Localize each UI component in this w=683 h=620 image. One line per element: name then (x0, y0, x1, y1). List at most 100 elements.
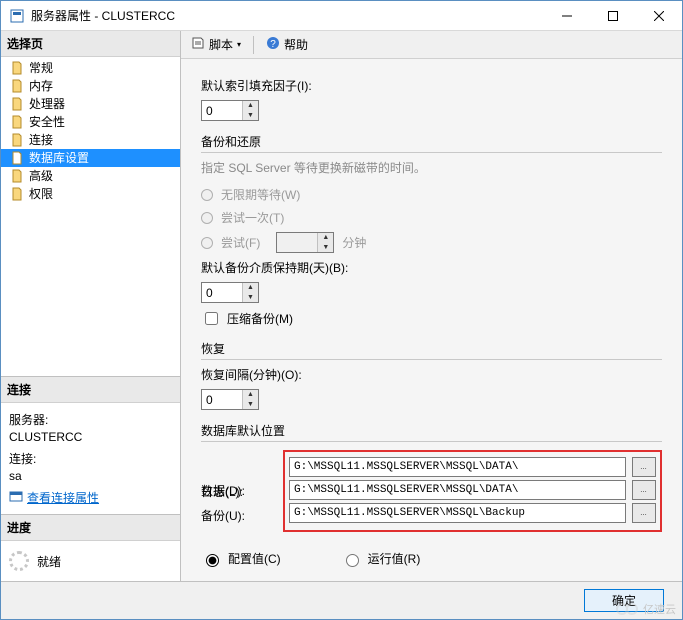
tree-item-processor[interactable]: 处理器 (1, 95, 180, 113)
configured-value-label: 配置值(C) (228, 550, 281, 567)
tree-item-connections[interactable]: 连接 (1, 131, 180, 149)
default-locations-highlight: … … … (283, 450, 662, 532)
log-path-browse-button[interactable]: … (632, 480, 656, 500)
window-title: 服务器属性 - CLUSTERCC (31, 7, 544, 24)
media-retention-spinner[interactable]: ▲ ▼ (201, 282, 259, 303)
radio-try-for (201, 237, 213, 249)
tree-item-permissions[interactable]: 权限 (1, 185, 180, 203)
data-path-input[interactable] (289, 457, 626, 477)
recovery-interval-spinner[interactable]: ▲ ▼ (201, 389, 259, 410)
server-label: 服务器: (9, 411, 172, 428)
try-for-input (277, 233, 317, 252)
help-icon: ? (266, 36, 280, 53)
tree-item-memory[interactable]: 内存 (1, 77, 180, 95)
compress-backup-label: 压缩备份(M) (227, 310, 293, 327)
compress-backup-row: 压缩备份(M) (201, 309, 662, 328)
progress-header: 进度 (1, 515, 180, 541)
configured-value-option[interactable]: 配置值(C) (201, 550, 281, 567)
progress-spinner-icon (9, 551, 29, 571)
server-value: CLUSTERCC (9, 430, 172, 444)
spin-up-icon[interactable]: ▲ (243, 390, 258, 400)
minimize-button[interactable] (544, 1, 590, 31)
page-icon (9, 168, 25, 184)
data-path-browse-button[interactable]: … (632, 457, 656, 477)
toolbar-separator (253, 36, 254, 54)
section-recovery: 恢复 (201, 340, 662, 360)
radio-wait-indef (201, 189, 213, 201)
media-retention-input[interactable] (202, 283, 242, 302)
progress-status: 就绪 (37, 553, 61, 570)
page-icon (9, 186, 25, 202)
page-icon (9, 114, 25, 130)
help-button[interactable]: ? 帮助 (262, 34, 312, 55)
content-split: 选择页 常规 内存 处理器 安全性 连接 (1, 31, 682, 581)
compress-backup-checkbox[interactable] (205, 312, 218, 325)
section-db-default-location: 数据库默认位置 (201, 422, 662, 442)
ok-button[interactable]: 确定 (584, 589, 664, 612)
progress-row: 就绪 (1, 541, 180, 581)
help-label: 帮助 (284, 36, 308, 53)
backup-path-input[interactable] (289, 503, 626, 523)
fill-factor-input[interactable] (202, 101, 242, 120)
spin-down-icon[interactable]: ▼ (243, 400, 258, 410)
maximize-button[interactable] (590, 1, 636, 31)
script-button[interactable]: 脚本 ▾ (187, 34, 245, 55)
wait-indef-label: 无限期等待(W) (221, 186, 300, 203)
left-pane: 选择页 常规 内存 处理器 安全性 连接 (1, 31, 181, 581)
tree-label: 常规 (29, 60, 53, 76)
close-button[interactable] (636, 1, 682, 31)
tree-label: 内存 (29, 78, 53, 94)
page-tree: 常规 内存 处理器 安全性 连接 数据库设置 (1, 57, 180, 207)
backup-path-browse-button[interactable]: … (632, 503, 656, 523)
login-label: 连接: (9, 450, 172, 467)
tree-label: 数据库设置 (29, 150, 89, 166)
view-connection-properties-link[interactable]: 查看连接属性 (9, 489, 172, 506)
running-value-radio[interactable] (346, 554, 359, 567)
page-icon (9, 132, 25, 148)
running-value-option[interactable]: 运行值(R) (341, 550, 421, 567)
svg-text:?: ? (270, 39, 276, 50)
page-icon (9, 150, 25, 166)
tree-label: 安全性 (29, 114, 65, 130)
tree-item-advanced[interactable]: 高级 (1, 167, 180, 185)
try-for-label: 尝试(F) (221, 234, 260, 251)
try-once-row: 尝试一次(T) (201, 209, 662, 226)
tree-item-security[interactable]: 安全性 (1, 113, 180, 131)
tree-label: 处理器 (29, 96, 65, 112)
recovery-interval-label: 恢复间隔(分钟)(O): (201, 366, 302, 383)
select-page-header: 选择页 (1, 31, 180, 57)
spin-up-icon[interactable]: ▲ (243, 283, 258, 293)
page-icon (9, 96, 25, 112)
chevron-down-icon: ▾ (237, 40, 241, 49)
script-label: 脚本 (209, 36, 233, 53)
script-icon (191, 36, 205, 53)
properties-icon (9, 489, 23, 506)
value-mode-row: 配置值(C) 运行值(R) (201, 550, 662, 567)
connection-header: 连接 (1, 377, 180, 403)
page-icon (9, 60, 25, 76)
section-backup-restore: 备份和还原 (201, 133, 662, 153)
backup-note: 指定 SQL Server 等待更换新磁带的时间。 (201, 159, 662, 176)
fill-factor-row: 默认索引填充因子(I): (201, 77, 662, 94)
fill-factor-spinner[interactable]: ▲ ▼ (201, 100, 259, 121)
dialog-footer: 确定 亿速云 (1, 581, 682, 619)
tree-item-database-settings[interactable]: 数据库设置 (1, 149, 180, 167)
log-path-label: 日志(L): (201, 483, 243, 500)
try-for-row: 尝试(F) ▲ ▼ 分钟 (201, 232, 662, 253)
log-path-input[interactable] (289, 480, 626, 500)
recovery-interval-row: 恢复间隔(分钟)(O): (201, 366, 662, 383)
running-value-label: 运行值(R) (368, 550, 421, 567)
spin-down-icon[interactable]: ▼ (243, 111, 258, 121)
configured-value-radio[interactable] (206, 554, 219, 567)
tree-item-general[interactable]: 常规 (1, 59, 180, 77)
spin-up-icon[interactable]: ▲ (243, 101, 258, 111)
form-area: 默认索引填充因子(I): ▲ ▼ 备份和还原 指定 SQL Server 等待更… (181, 59, 682, 581)
titlebar: 服务器属性 - CLUSTERCC (1, 1, 682, 31)
recovery-interval-input[interactable] (202, 390, 242, 409)
spin-down-icon[interactable]: ▼ (243, 293, 258, 303)
backup-path-label: 备份(U): (201, 507, 245, 524)
radio-try-once (201, 212, 213, 224)
spin-down-icon: ▼ (318, 243, 333, 253)
connection-body: 服务器: CLUSTERCC 连接: sa 查看连接属性 (1, 403, 180, 514)
try-for-spinner: ▲ ▼ (276, 232, 334, 253)
